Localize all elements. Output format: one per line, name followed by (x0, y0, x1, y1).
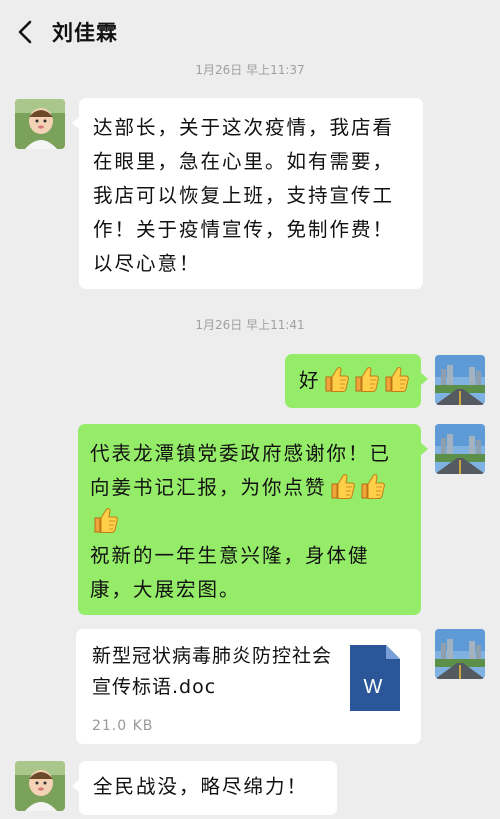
message-text: 好 (299, 369, 321, 392)
chat-header: 刘佳霖 (0, 0, 500, 62)
timestamp: 1月26日 早上11:41 (195, 318, 305, 332)
thumbs-up-icon (359, 472, 385, 500)
outgoing-message-bubble[interactable]: 代表龙潭镇党委政府感谢你！已向姜书记汇报，为你点赞 祝新的一年生意兴隆，身体健康… (78, 424, 428, 615)
file-size: 21.0 KB (92, 718, 154, 734)
outgoing-message-bubble[interactable]: 好 (285, 354, 428, 408)
message-text: 全民战没，略尽绵力！ (93, 775, 309, 798)
word-file-icon: W (350, 645, 400, 711)
my-avatar[interactable] (435, 424, 485, 474)
file-message-bubble[interactable]: 新型冠状病毒肺炎防控社会宣传标语.doc 21.0 KB W (76, 629, 421, 744)
thumbs-up-icon (323, 365, 349, 393)
thumbs-up-icon (329, 472, 355, 500)
timestamp: 1月26日 早上11:37 (195, 63, 305, 77)
incoming-message-bubble[interactable]: 全民战没，略尽绵力！ (72, 761, 337, 815)
my-avatar[interactable] (435, 355, 485, 405)
back-arrow-icon[interactable] (14, 18, 38, 46)
file-name: 新型冠状病毒肺炎防控社会宣传标语.doc (92, 645, 333, 698)
incoming-message-bubble[interactable]: 达部长，关于这次疫情，我店看在眼里，急在心里。如有需要，我店可以恢复上班，支持宣… (72, 98, 423, 289)
chat-title: 刘佳霖 (52, 21, 118, 45)
contact-avatar[interactable] (15, 99, 65, 149)
contact-avatar[interactable] (15, 761, 65, 811)
thumbs-up-icon (353, 365, 379, 393)
message-text: 达部长，关于这次疫情，我店看在眼里，急在心里。如有需要，我店可以恢复上班，支持宣… (93, 116, 395, 275)
file-type-letter: W (364, 676, 385, 698)
thumbs-up-icon (92, 506, 118, 534)
my-avatar[interactable] (435, 629, 485, 679)
thumbs-up-icon (383, 365, 409, 393)
message-text: 祝新的一年生意兴隆，身体健康，大展宏图。 (90, 544, 370, 601)
